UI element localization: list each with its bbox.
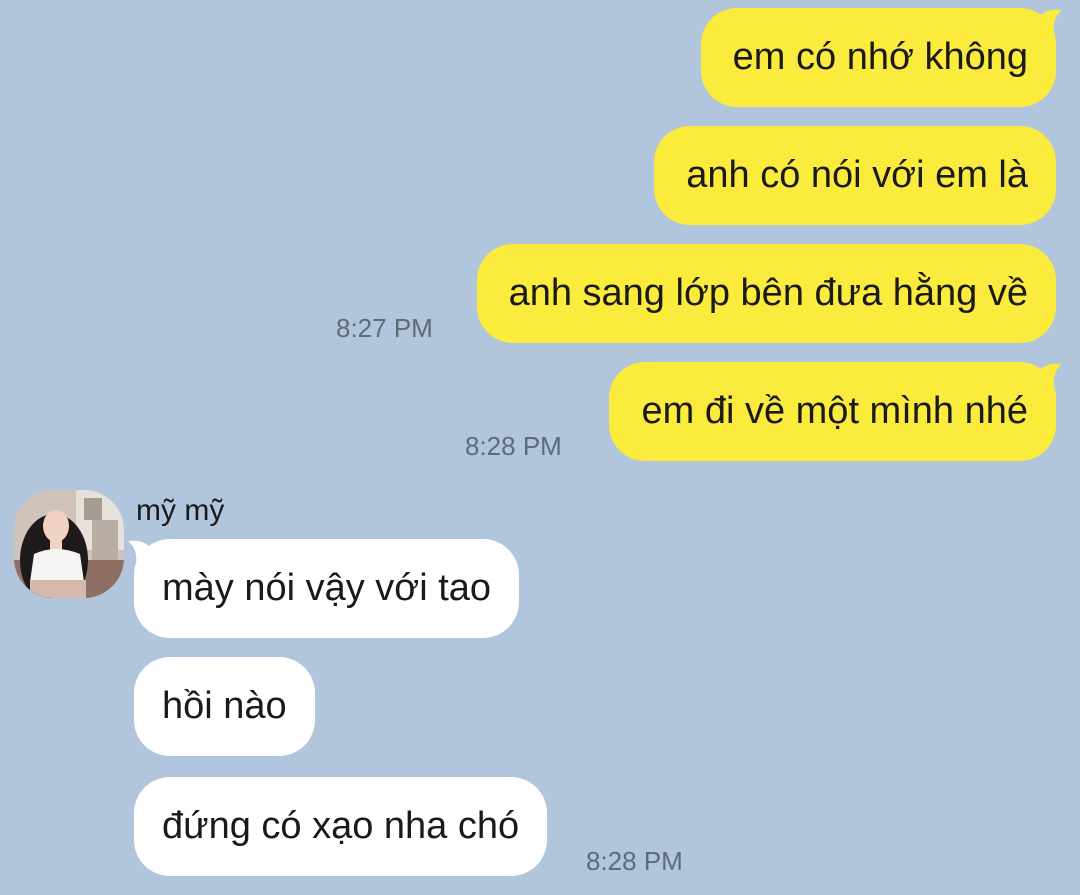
message-timestamp: 8:28 PM — [586, 846, 683, 876]
outgoing-message[interactable]: em có nhớ không — [700, 8, 1056, 107]
incoming-message[interactable]: đứng có xạo nha chó — [134, 777, 548, 876]
incoming-message[interactable]: hồi nào — [134, 657, 315, 756]
avatar-photo — [14, 490, 124, 598]
sender-name: mỹ mỹ — [136, 494, 225, 527]
sender-avatar[interactable] — [14, 490, 124, 598]
chat-area[interactable]: em có nhớ không anh có nói với em là anh… — [0, 0, 1080, 895]
message-timestamp: 8:27 PM — [336, 313, 433, 343]
outgoing-message[interactable]: anh sang lớp bên đưa hằng về — [476, 244, 1056, 343]
outgoing-message[interactable]: anh có nói với em là — [654, 126, 1056, 225]
outgoing-message[interactable]: em đi về một mình nhé — [609, 362, 1056, 461]
incoming-message[interactable]: mày nói vậy với tao — [134, 539, 520, 638]
message-timestamp: 8:28 PM — [465, 431, 562, 461]
